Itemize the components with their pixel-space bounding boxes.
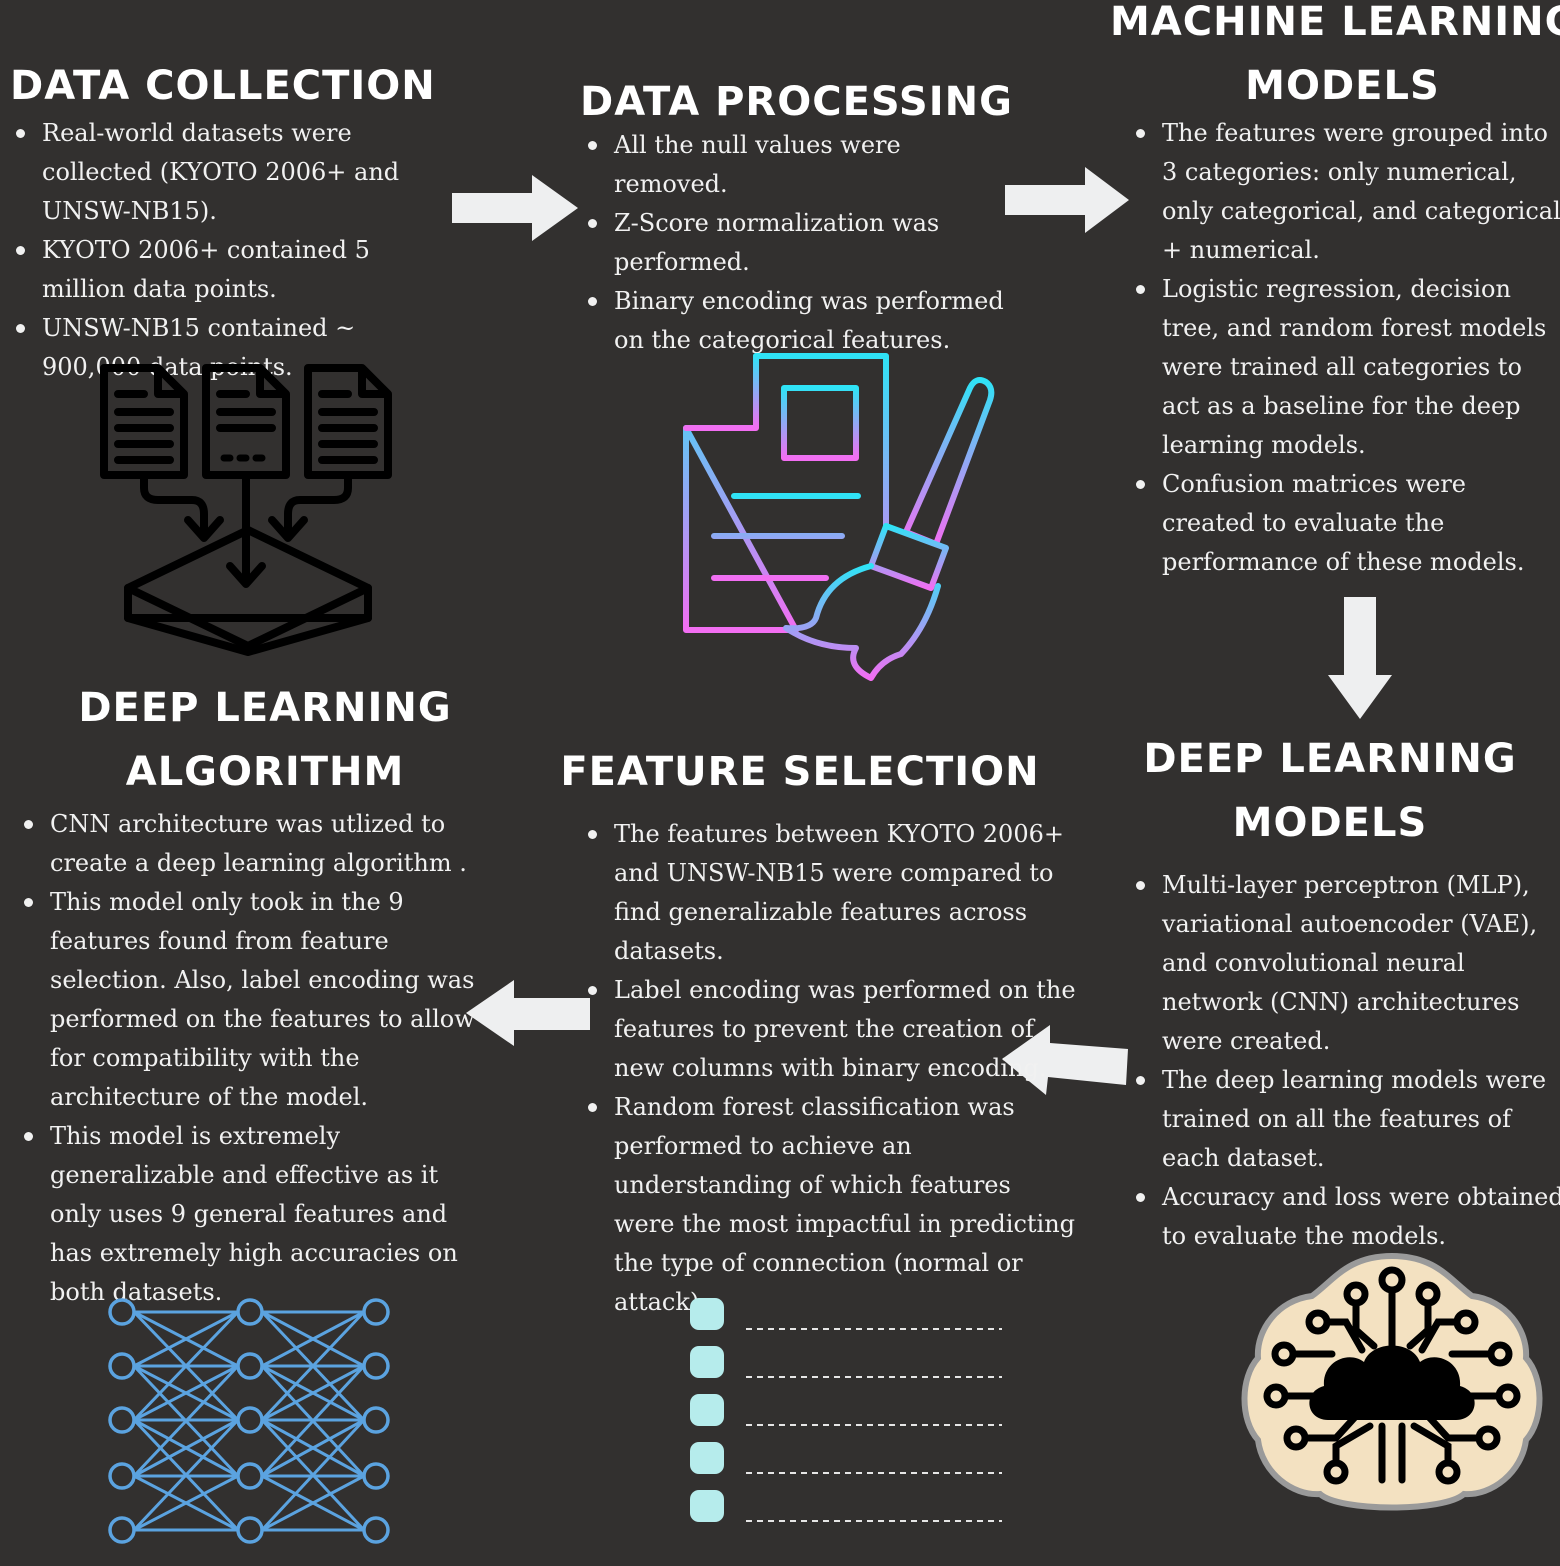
feature-selection-bullets: The features between KYOTO 2006+ and UNS…	[586, 815, 1078, 1322]
list-item: This model only took in the 9 features f…	[22, 883, 482, 1117]
network-node	[108, 1462, 136, 1490]
ml-models-title-line1: MACHINE LEARNING	[1110, 0, 1560, 45]
list-item: The deep learning models were trained on…	[1134, 1061, 1560, 1178]
document-broom-icon	[683, 353, 995, 681]
checklist-icon	[690, 1298, 1002, 1522]
list-item: Logistic regression, decision tree, and …	[1134, 270, 1560, 465]
arrow-down	[1328, 597, 1392, 719]
network-node	[236, 1352, 264, 1380]
dl-models-title-line2: MODELS	[1232, 800, 1428, 846]
list-item: KYOTO 2006+ contained 5 million data poi…	[14, 231, 444, 309]
brain-circuit-icon	[1241, 1252, 1543, 1511]
list-item: Multi-layer perceptron (MLP), variationa…	[1134, 866, 1560, 1061]
network-node	[108, 1406, 136, 1434]
data-processing-title: DATA PROCESSING	[580, 79, 1013, 125]
network-node	[362, 1406, 390, 1434]
dl-algorithm-bullets: CNN architecture was utlized to create a…	[22, 805, 482, 1312]
ml-models-bullets: The features were grouped into 3 categor…	[1134, 114, 1560, 582]
list-item: This model is extremely generalizable an…	[22, 1117, 482, 1312]
feature-selection-title: FEATURE SELECTION	[560, 749, 1040, 795]
list-item: All the null values were removed.	[586, 126, 1016, 204]
network-node	[236, 1516, 264, 1544]
dl-algorithm-title-line1: DEEP LEARNING	[78, 685, 452, 731]
arrow-left-2	[466, 980, 590, 1046]
neural-network-icon	[108, 1298, 390, 1544]
network-node	[362, 1516, 390, 1544]
ml-models-title-line2: MODELS	[1245, 63, 1440, 109]
network-node	[362, 1298, 390, 1326]
dl-models-bullets: Multi-layer perceptron (MLP), variationa…	[1134, 866, 1560, 1256]
network-node	[236, 1406, 264, 1434]
list-item: Accuracy and loss were obtained to evalu…	[1134, 1178, 1560, 1256]
list-item: Confusion matrices were created to evalu…	[1134, 465, 1560, 582]
dl-models-title-line1: DEEP LEARNING	[1143, 736, 1517, 782]
list-item: Random forest classification was perform…	[586, 1088, 1078, 1322]
arrow-right-2	[1005, 167, 1129, 233]
network-node	[362, 1352, 390, 1380]
list-item: CNN architecture was utlized to create a…	[22, 805, 482, 883]
list-item: The features were grouped into 3 categor…	[1134, 114, 1560, 270]
network-node	[362, 1462, 390, 1490]
arrow-right-1	[452, 175, 578, 241]
network-node	[236, 1462, 264, 1490]
list-item: Z-Score normalization was performed.	[586, 204, 1016, 282]
network-node	[108, 1516, 136, 1544]
dl-algorithm-title-line2: ALGORITHM	[125, 749, 405, 795]
data-collection-title: DATA COLLECTION	[10, 63, 436, 109]
data-collection-bullets: Real-world datasets were collected (KYOT…	[14, 114, 444, 387]
data-processing-bullets: All the null values were removed. Z-Scor…	[586, 126, 1016, 360]
list-item: Label encoding was performed on the feat…	[586, 971, 1078, 1088]
network-node	[108, 1352, 136, 1380]
list-item: The features between KYOTO 2006+ and UNS…	[586, 815, 1078, 971]
network-node	[236, 1298, 264, 1326]
network-node	[108, 1298, 136, 1326]
files-merge-icon	[100, 364, 392, 656]
list-item: Real-world datasets were collected (KYOT…	[14, 114, 444, 231]
